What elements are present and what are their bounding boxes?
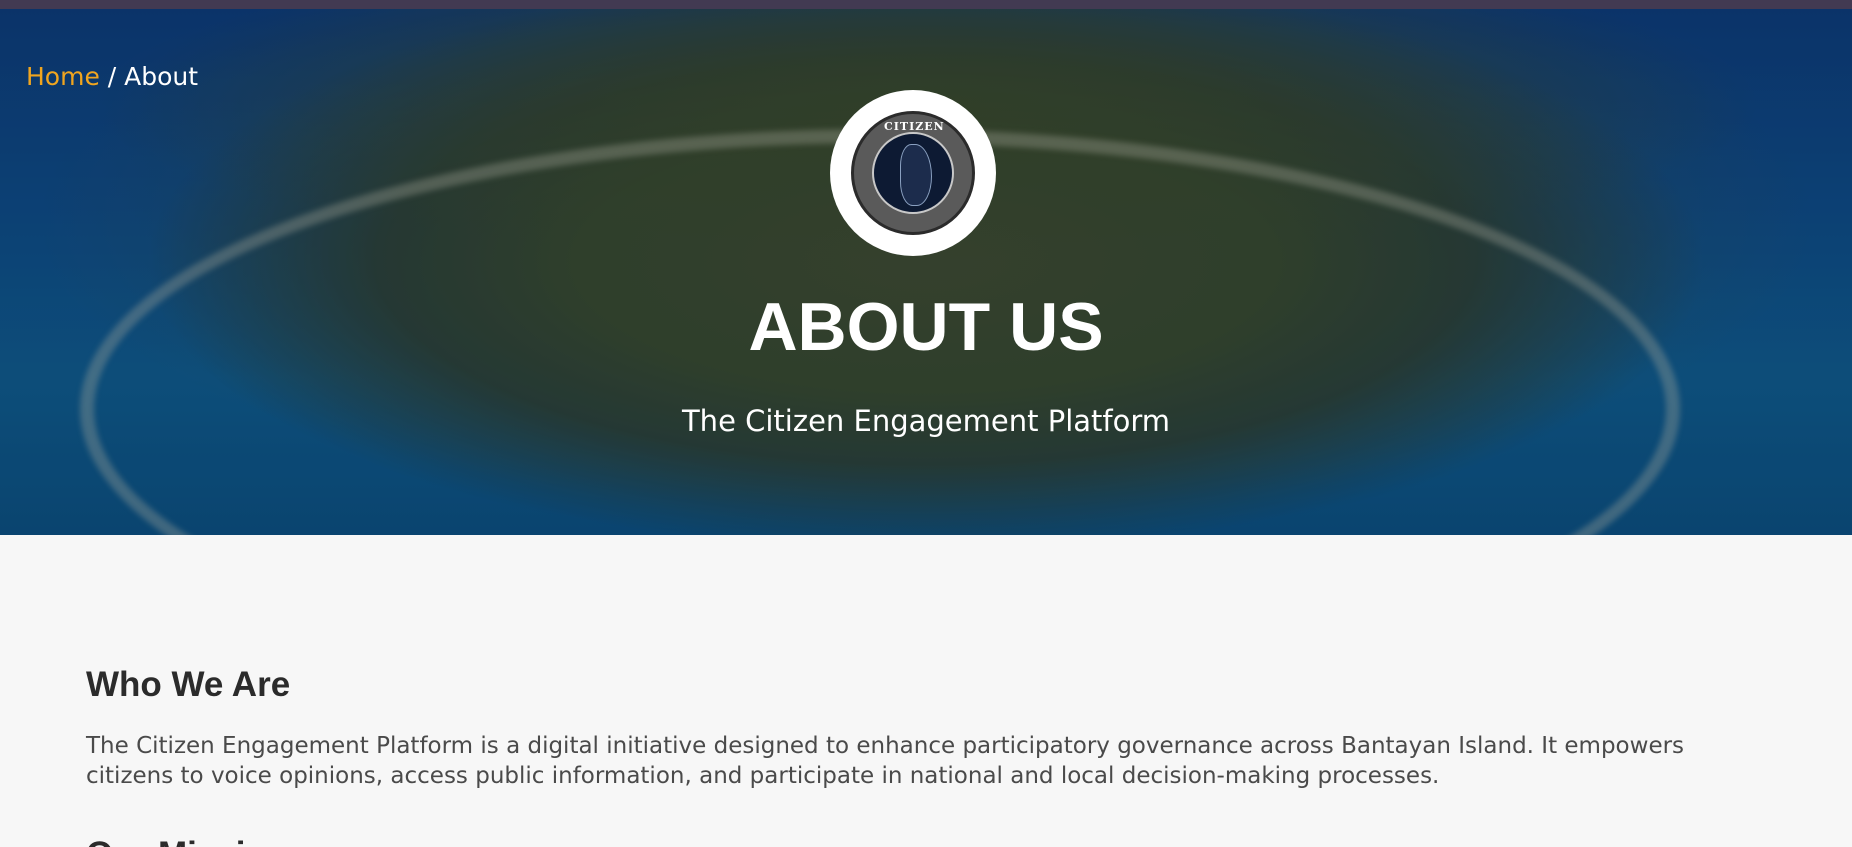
breadcrumb-separator: / [99, 62, 125, 91]
platform-logo: CITIZEN [830, 90, 996, 256]
top-bar [0, 0, 1852, 9]
page-subtitle: The Citizen Engagement Platform [681, 404, 1171, 438]
breadcrumb: Home / About [26, 62, 198, 91]
who-we-are-text: The Citizen Engagement Platform is a dig… [86, 733, 1685, 789]
breadcrumb-home-link[interactable]: Home [26, 62, 100, 91]
breadcrumb-current: About [124, 62, 199, 91]
island-map-icon [900, 144, 932, 206]
main-content: Who We Are The Citizen Engagement Platfo… [0, 665, 1852, 847]
page-title: ABOUT US [748, 289, 1104, 365]
hero-banner: Home / About CITIZEN ABOUT US The Citize… [0, 9, 1852, 535]
logo-map-emblem [872, 132, 954, 214]
hero-overlay [0, 9, 1852, 535]
who-we-are-heading: Who We Are [86, 665, 291, 704]
logo-seal-ring: CITIZEN [851, 111, 975, 235]
our-mission-heading: Our Mission [86, 835, 1766, 847]
